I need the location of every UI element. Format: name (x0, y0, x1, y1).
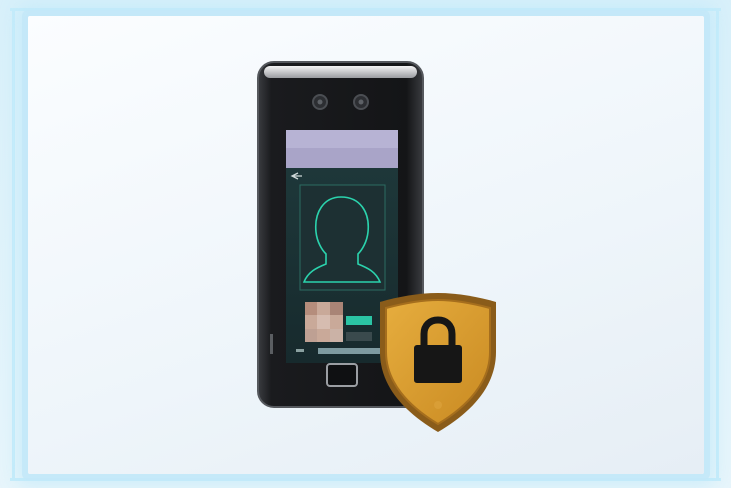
device-illustration (257, 61, 496, 432)
face-capture-frame (299, 184, 386, 291)
light-strip (264, 66, 417, 78)
illustration-frame (0, 0, 731, 488)
security-shield-badge (380, 293, 496, 432)
verification-mode-button (346, 332, 372, 341)
progress-bar (318, 348, 380, 354)
fingerprint-sensor (326, 363, 358, 387)
pass-status-button (346, 316, 372, 325)
